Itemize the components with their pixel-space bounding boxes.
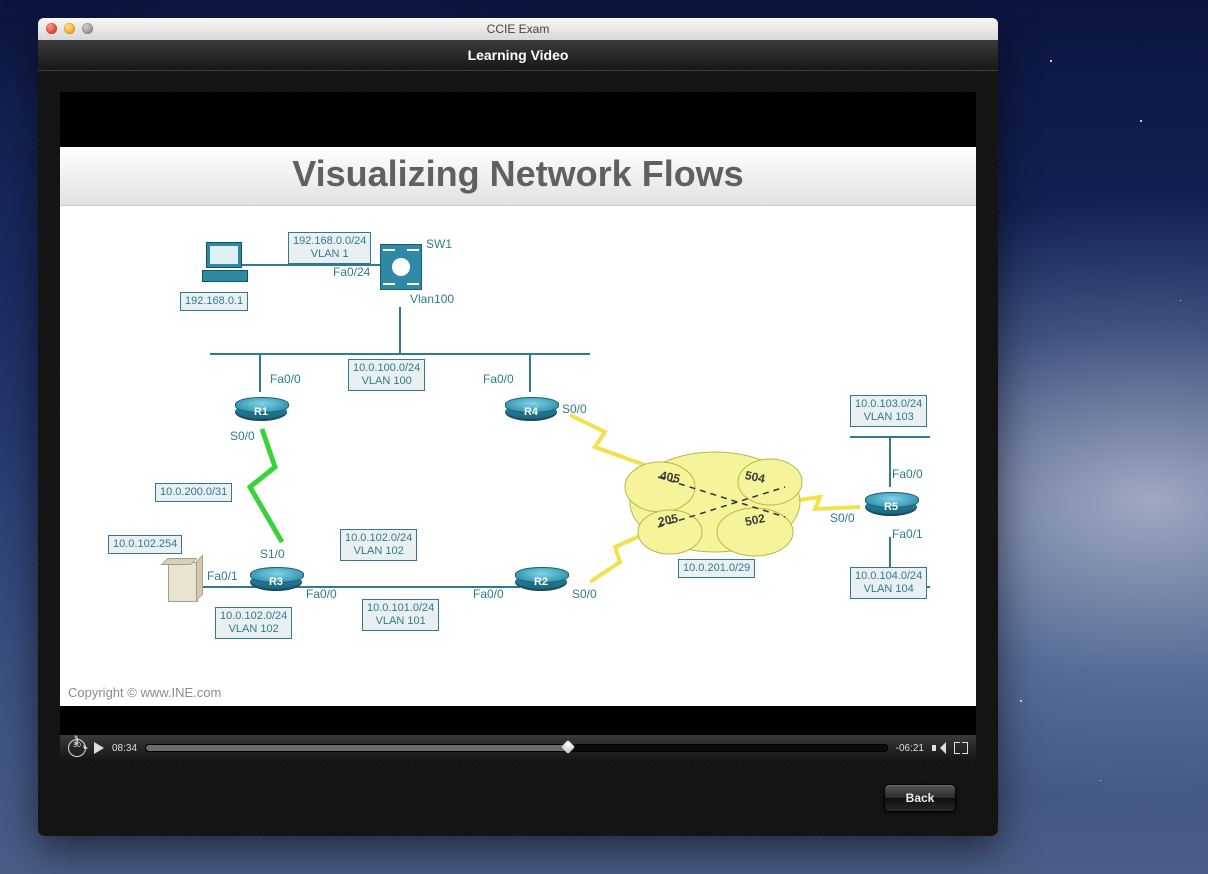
router-r5-icon: R5 <box>865 492 917 522</box>
if-r5-fa01: Fa0/1 <box>892 527 923 541</box>
if-r2-fa00: Fa0/0 <box>473 587 504 601</box>
label-sw1: SW1 <box>426 237 452 251</box>
app-chrome: Learning Video Visualizing Network Flows <box>38 40 998 836</box>
label-vlan104: 10.0.104.0/24 VLAN 104 <box>850 567 927 599</box>
play-button[interactable] <box>94 742 104 754</box>
server-icon <box>168 562 198 602</box>
elapsed-time: 08:34 <box>112 743 137 754</box>
router-r1-icon: R1 <box>235 397 287 427</box>
if-r3-fa00: Fa0/0 <box>306 587 337 601</box>
if-sw1-fa024: Fa0/24 <box>333 265 370 279</box>
label-srv-ip: 10.0.102.254 <box>108 535 182 554</box>
window-titlebar[interactable]: CCIE Exam <box>38 18 998 41</box>
video-area[interactable]: Visualizing Network Flows <box>60 92 976 761</box>
app-window: CCIE Exam Learning Video Visualizing Net… <box>38 18 998 836</box>
zoom-icon[interactable] <box>82 23 93 34</box>
dlci-405: 405 <box>659 468 682 486</box>
if-r1-s00: S0/0 <box>230 429 255 443</box>
scrubber[interactable] <box>145 744 888 752</box>
slide-title: Visualizing Network Flows <box>60 147 976 205</box>
label-fr-net: 10.0.201.0/29 <box>678 559 755 578</box>
if-r3-s10: S1/0 <box>260 547 285 561</box>
label-ptp: 10.0.200.0/31 <box>155 483 232 502</box>
label-pc-ip: 192.168.0.1 <box>180 292 248 311</box>
if-sw1-vlan100: Vlan100 <box>410 292 454 306</box>
label-vlan102-mid: 10.0.102.0/24 VLAN 102 <box>340 529 417 561</box>
fullscreen-button[interactable] <box>954 742 968 754</box>
dlci-205: 205 <box>657 511 680 529</box>
switch-sw1-icon <box>380 244 422 290</box>
close-icon[interactable] <box>46 23 57 34</box>
if-r2-s00: S0/0 <box>572 587 597 601</box>
dlci-502: 502 <box>744 511 767 529</box>
host-pc-icon <box>202 242 246 282</box>
scrubber-thumb[interactable] <box>561 740 575 754</box>
desktop-wallpaper: CCIE Exam Learning Video Visualizing Net… <box>0 0 1208 874</box>
scrubber-fill <box>146 745 568 751</box>
window-title: CCIE Exam <box>487 22 550 36</box>
if-r4-fa00: Fa0/0 <box>483 372 514 386</box>
router-r3-icon: R3 <box>250 567 302 597</box>
router-r4-icon: R4 <box>505 397 557 427</box>
volume-button[interactable]: )) <box>932 742 946 754</box>
label-vlan101: 10.0.101.0/24 VLAN 101 <box>362 599 439 631</box>
label-vlan100: 10.0.100.0/24 VLAN 100 <box>348 359 425 391</box>
page-title: Learning Video <box>38 40 998 71</box>
if-r5-fa00: Fa0/0 <box>892 467 923 481</box>
if-r1-fa00: Fa0/0 <box>270 372 301 386</box>
minimize-icon[interactable] <box>64 23 75 34</box>
replay-30-button[interactable]: 30 <box>68 739 86 757</box>
if-r5-s00: S0/0 <box>830 511 855 525</box>
video-controls: 30 08:34 -06:21 )) <box>60 735 976 761</box>
video-frame: Visualizing Network Flows <box>60 147 976 706</box>
label-vlan102-r3: 10.0.102.0/24 VLAN 102 <box>215 607 292 639</box>
if-r3-fa01: Fa0/1 <box>207 569 238 583</box>
back-button[interactable]: Back <box>884 784 956 812</box>
remaining-time: -06:21 <box>896 743 924 754</box>
label-vlan103: 10.0.103.0/24 VLAN 103 <box>850 395 927 427</box>
if-r4-s00: S0/0 <box>562 402 587 416</box>
router-r2-icon: R2 <box>515 567 567 597</box>
label-vlan1: 192.168.0.0/24 VLAN 1 <box>288 232 371 264</box>
slide-copyright: Copyright © www.INE.com <box>68 685 221 700</box>
dlci-504: 504 <box>744 468 767 486</box>
